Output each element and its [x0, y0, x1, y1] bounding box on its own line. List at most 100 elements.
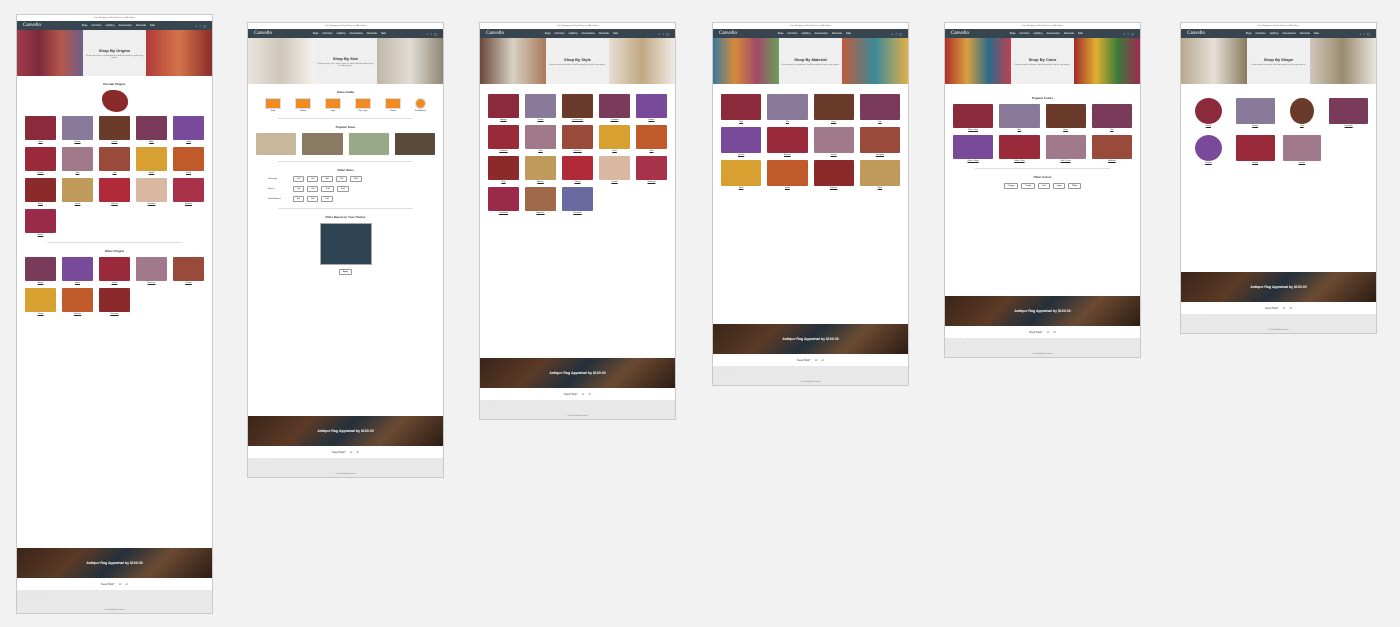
rug-card[interactable]: Jute: [859, 94, 900, 123]
size-guide-item[interactable]: Round/Square: [415, 98, 426, 112]
size-button[interactable]: 4x6: [321, 176, 333, 182]
nav-item[interactable]: Lighting: [1270, 32, 1279, 35]
mail-icon[interactable]: ✉: [126, 583, 128, 586]
rug-card[interactable]: Brown / Beige: [953, 135, 994, 162]
size-guide-item[interactable]: Large: [325, 98, 341, 112]
size-button[interactable]: 5x8: [335, 176, 347, 182]
rug-card[interactable]: Black / Gray: [953, 104, 994, 131]
size-guide-item[interactable]: Small: [265, 98, 281, 112]
rug-card[interactable]: Red: [1091, 104, 1132, 131]
nav-item[interactable]: Lighting: [569, 32, 578, 35]
rug-card[interactable]: Geometric: [562, 125, 593, 152]
size-filter-preview[interactable]: [319, 223, 372, 265]
mail-icon[interactable]: ✉: [1054, 331, 1056, 334]
nav-item[interactable]: Sale: [381, 32, 386, 35]
rug-card[interactable]: Tibetan: [25, 288, 56, 315]
mail-icon[interactable]: ✉: [1290, 307, 1292, 310]
room-image[interactable]: [348, 133, 389, 155]
rug-card[interactable]: Blue: [999, 104, 1040, 131]
nav-item[interactable]: Sale: [1078, 32, 1083, 35]
logo[interactable]: Canvello: [486, 31, 504, 36]
rug-card[interactable]: Multicolor: [1091, 135, 1132, 162]
room-image[interactable]: [256, 133, 297, 155]
rug-card[interactable]: Overdyed: [599, 94, 630, 121]
rug-card[interactable]: Bakhtiari: [173, 178, 204, 205]
breadcrumb[interactable]: ·: [713, 84, 908, 90]
apply-button[interactable]: Apply: [338, 269, 352, 275]
user-icon[interactable]: ○: [1127, 32, 1129, 36]
chat-icon[interactable]: ☏: [118, 583, 121, 586]
search-icon[interactable]: ⌕: [1124, 32, 1126, 36]
rug-card[interactable]: Green: [1045, 104, 1086, 131]
size-button[interactable]: 2x6: [293, 186, 305, 192]
rug-card[interactable]: Moroccan: [136, 257, 167, 284]
rug-card[interactable]: Bidjar: [136, 116, 167, 143]
logo[interactable]: Canvello: [719, 31, 737, 36]
appraisal-banner[interactable]: Antique Rug Appraisal by $100.00: [1181, 272, 1376, 302]
rug-card[interactable]: Heriz: [25, 116, 56, 143]
rug-card[interactable]: Contemporary: [562, 94, 593, 121]
nav-item[interactable]: Accessories: [581, 32, 594, 35]
rug-card[interactable]: Oriental: [599, 156, 630, 183]
nav-item[interactable]: Decorate: [1064, 32, 1074, 35]
rug-card[interactable]: Pakistani: [62, 288, 93, 315]
rug-card[interactable]: Oval: [1283, 98, 1322, 127]
rug-card[interactable]: Rectangle: [1329, 98, 1368, 127]
logo[interactable]: Canvello: [254, 31, 272, 36]
chat-icon[interactable]: ☏: [814, 359, 817, 362]
logo[interactable]: Canvello: [23, 23, 41, 28]
color-button[interactable]: Orange: [1003, 183, 1019, 189]
rug-card[interactable]: Mashad: [99, 178, 130, 205]
size-guide-item[interactable]: Medium: [295, 98, 311, 112]
nav-item[interactable]: Rugs: [778, 32, 784, 35]
color-button[interactable]: Ivory: [1052, 183, 1066, 189]
nav-item[interactable]: Lighting: [337, 32, 346, 35]
nav-item[interactable]: Accessories: [1282, 32, 1295, 35]
search-icon[interactable]: ⌕: [1360, 32, 1362, 36]
nav-item[interactable]: Sale: [1314, 32, 1319, 35]
size-button[interactable]: 2x8: [307, 186, 319, 192]
cart-icon[interactable]: ▢: [899, 32, 902, 36]
nav-item[interactable]: Rugs: [1246, 32, 1252, 35]
rug-card[interactable]: Kilim: [636, 125, 667, 152]
user-icon[interactable]: ○: [199, 24, 201, 28]
nav-item[interactable]: Rugs: [1010, 32, 1016, 35]
color-button[interactable]: White: [1068, 183, 1082, 189]
rug-card[interactable]: Hemp: [767, 160, 808, 189]
rug-card[interactable]: Square: [1235, 135, 1275, 164]
search-icon[interactable]: ⌕: [427, 32, 429, 36]
nav-item[interactable]: Lighting: [1034, 32, 1043, 35]
rug-card[interactable]: Sarouk: [62, 178, 93, 205]
nav-item[interactable]: Decorate: [1300, 32, 1310, 35]
breadcrumb[interactable]: ·: [480, 84, 675, 90]
rug-card[interactable]: Caucasian: [99, 288, 130, 315]
rug-card[interactable]: Floral: [599, 125, 630, 152]
appraisal-banner[interactable]: Antique Rug Appraisal by $100.00: [945, 296, 1140, 326]
rug-card[interactable]: Traditional: [488, 125, 519, 152]
search-icon[interactable]: ⌕: [659, 32, 661, 36]
rug-card[interactable]: Ardabil: [136, 147, 167, 174]
mail-icon[interactable]: ✉: [822, 359, 824, 362]
rug-card[interactable]: Transitional: [488, 187, 519, 214]
breadcrumb[interactable]: ·: [1181, 84, 1376, 90]
search-icon[interactable]: ⌕: [196, 24, 198, 28]
nav-item[interactable]: Accessories: [1046, 32, 1059, 35]
appraisal-banner[interactable]: Antique Rug Appraisal by $100.00: [480, 358, 675, 388]
cart-icon[interactable]: ▢: [666, 32, 669, 36]
nav-item[interactable]: Accessories: [118, 24, 131, 27]
rug-card[interactable]: Hamadan: [136, 178, 167, 205]
cart-icon[interactable]: ▢: [434, 32, 437, 36]
nav-item[interactable]: Sale: [613, 32, 618, 35]
size-button[interactable]: 8x8: [321, 196, 333, 202]
rug-card[interactable]: Chinese: [173, 257, 204, 284]
user-icon[interactable]: ○: [895, 32, 897, 36]
nav-item[interactable]: Accessories: [814, 32, 827, 35]
nav-item[interactable]: Furniture: [1256, 32, 1266, 35]
nav-item[interactable]: Lighting: [802, 32, 811, 35]
nav-item[interactable]: Accessories: [349, 32, 362, 35]
appraisal-banner[interactable]: Antique Rug Appraisal by $100.00: [713, 324, 908, 354]
nav-item[interactable]: Furniture: [92, 24, 102, 27]
appraisal-banner[interactable]: Antique Rug Appraisal by $100.00: [248, 416, 443, 446]
nav-item[interactable]: Furniture: [1020, 32, 1030, 35]
rug-card[interactable]: Persian: [562, 156, 593, 183]
